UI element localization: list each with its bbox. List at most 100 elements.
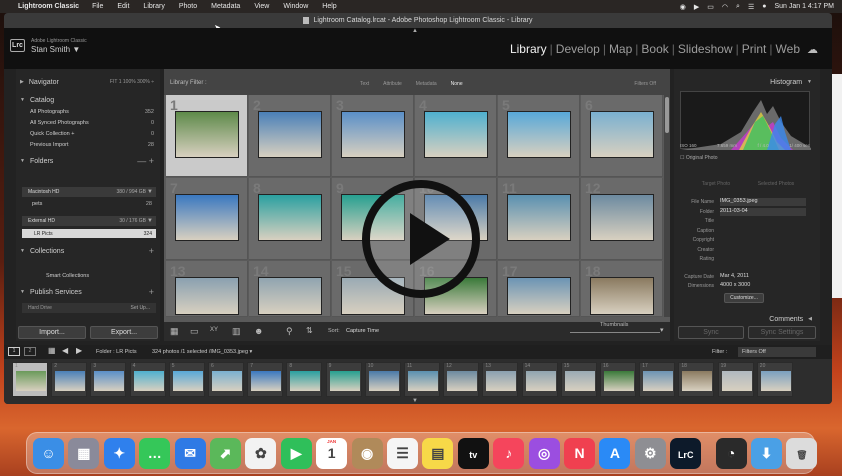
photo-thumbnail[interactable] [507,194,571,241]
grid-scrollbar[interactable] [664,95,670,317]
dock-app-messages[interactable]: … [139,438,171,469]
dock-app-lightroom-classic[interactable]: LrC [670,438,702,469]
people-view-icon[interactable]: ☻ [254,326,263,336]
original-photo-label[interactable]: ☐ Original Photo [680,155,718,161]
filmstrip-thumbnail[interactable]: 15 [560,362,597,397]
cloud-sync-icon[interactable]: ☁ [807,43,818,56]
metadata-value[interactable]: 4000 x 3000 [720,282,806,290]
grid-cell[interactable]: 4 [415,95,497,177]
metadata-value[interactable]: Mar 4, 2011 [720,273,806,281]
dock-app-apple-tv[interactable]: tv [457,438,489,469]
dock-app-reminders[interactable]: ☰ [387,438,418,469]
grid-cell[interactable]: 1 [166,95,248,177]
menu-datetime[interactable]: Sun Jan 1 4:17 PM [774,3,834,10]
filmstrip-thumbnail[interactable]: 18 [678,362,715,397]
filmstrip-thumbnail[interactable]: 8 [286,362,323,397]
dock-app-maps[interactable]: ⬈ [210,438,241,469]
catalog-row[interactable]: Quick Collection +0 [30,131,154,140]
grid-cell[interactable]: 17 [498,261,580,317]
tab-selected-photos[interactable]: Selected Photos [758,181,794,187]
sync-button[interactable]: Sync [678,326,744,339]
filmstrip-thumbnail[interactable]: 17 [639,362,676,397]
module-library[interactable]: Library [507,42,550,56]
dock-app-trash[interactable]: 🗑 [786,438,818,469]
filmstrip-thumbnail[interactable]: 1 [12,362,48,397]
module-map[interactable]: Map [606,42,635,56]
filmstrip-thumbnail[interactable]: 6 [208,362,244,397]
grid-cell[interactable]: 13 [166,261,248,317]
add-collection-icon[interactable]: + [149,246,154,256]
page-1-button[interactable]: 1 [8,347,20,356]
filmstrip-thumbnail[interactable]: 3 [90,362,127,397]
tab-target-photo[interactable]: Target Photo [702,181,730,187]
catalog-row[interactable]: All Synced Photographs 0 [30,120,154,129]
play-status-icon[interactable]: ▶ [694,3,699,11]
dock-app-app-store[interactable]: A [599,438,631,469]
dock-app-launchpad[interactable]: ▦ [68,438,100,469]
filters-off-dropdown[interactable]: Filters Off [634,81,656,87]
photo-thumbnail[interactable] [590,277,654,315]
metadata-value[interactable] [720,246,806,254]
grid-cell[interactable]: 11 [498,178,580,260]
grid-cell[interactable]: 6 [581,95,663,177]
dock-app-notes[interactable]: ▤ [422,438,454,469]
top-panel-toggle-icon[interactable]: ▲ [412,28,418,34]
smart-collections-row[interactable]: Smart Collections [46,273,146,282]
photo-thumbnail[interactable] [341,111,405,158]
back-arrow-icon[interactable]: ◀ [62,346,68,355]
filmstrip-thumbnail[interactable]: 12 [443,362,480,397]
import-button[interactable]: Import... [18,326,86,339]
dock-app-finder[interactable]: ☺ [33,438,64,469]
filmstrip-thumbnail[interactable]: 10 [364,362,401,397]
dock-app-safari[interactable]: ✦ [103,438,135,469]
filmstrip-thumbnail[interactable]: 2 [51,362,88,397]
export-button[interactable]: Export... [90,326,158,339]
customize-button[interactable]: Customize... [724,293,764,303]
photo-thumbnail[interactable] [590,111,654,158]
metadata-value[interactable] [720,227,806,235]
module-develop[interactable]: Develop [553,42,603,56]
filmstrip-thumbnail[interactable]: 9 [325,362,362,397]
user-name[interactable]: Stan Smith ▼ [31,45,80,54]
drive-macintosh-hd[interactable]: Macintosh HD 380 / 994 GB ▼ [22,187,156,197]
filter-text[interactable]: Text [360,81,369,87]
photo-thumbnail[interactable] [258,277,322,315]
dock-app-contacts[interactable]: ◉ [351,438,383,469]
histogram[interactable] [680,91,811,150]
dock-app-podcasts[interactable]: ◎ [528,438,560,469]
module-web[interactable]: Web [773,42,803,56]
grid-cell[interactable]: 7 [166,178,248,260]
bottom-panel-toggle-icon[interactable]: ▼ [412,398,418,404]
folder-row[interactable]: pets 28 [32,201,152,210]
folders-header[interactable]: ▼ Folders — + [16,154,160,168]
catalog-row[interactable]: Previous Import 28 [30,142,154,151]
module-book[interactable]: Book [638,42,671,56]
control-center-icon[interactable]: ☰ [748,3,754,11]
battery-icon[interactable]: ▭ [707,3,714,11]
dock-app-facetime[interactable]: ▶ [280,438,312,469]
photo-thumbnail[interactable] [175,194,239,241]
filmstrip-thumbnail[interactable]: 20 [756,362,793,397]
metadata-value[interactable]: 2011-03-04 [720,207,806,216]
sync-settings-button[interactable]: Sync Settings [748,326,816,339]
histogram-header[interactable]: Histogram ▼ [674,75,818,89]
thumbnail-size-slider[interactable] [570,332,660,333]
filter-none[interactable]: None [451,81,463,87]
filmstrip-thumbnail[interactable]: 16 [600,362,636,397]
grid-cell[interactable]: 18 [581,261,663,317]
drive-external-hd[interactable]: External HD 30 / 176 GB ▼ [22,216,156,226]
sort-value[interactable]: Capture Time [346,328,379,334]
menu-file[interactable]: File [92,3,103,10]
loupe-view-icon[interactable]: ▭ [190,326,199,337]
photo-thumbnail[interactable] [258,194,322,241]
navigator-zoom[interactable]: FIT 1 100% 300% ÷ [110,79,154,85]
filmstrip-thumbnail[interactable]: 14 [521,362,558,397]
add-folder-icon[interactable]: — + [137,156,154,166]
photo-thumbnail[interactable] [258,111,322,158]
publish-hard-drive[interactable]: Hard Drive Set Up... [22,303,156,313]
menu-window[interactable]: Window [283,3,308,10]
menu-view[interactable]: View [254,3,269,10]
scrollbar-thumb[interactable] [665,97,669,133]
grid-cell[interactable]: 12 [581,178,663,260]
metadata-value[interactable] [720,255,806,263]
